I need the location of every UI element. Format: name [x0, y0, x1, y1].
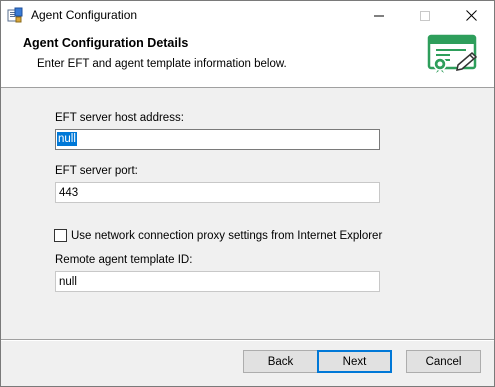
page-title: Agent Configuration Details: [23, 36, 189, 50]
installer-app-icon: [7, 7, 23, 23]
host-address-label: EFT server host address:: [55, 112, 184, 124]
window-title: Agent Configuration: [31, 8, 138, 22]
title-bar: Agent Configuration: [1, 1, 494, 30]
proxy-checkbox-label[interactable]: Use network connection proxy settings fr…: [71, 230, 382, 242]
page-subtitle: Enter EFT and agent template information…: [37, 58, 287, 70]
host-address-selected-value: null: [57, 132, 77, 146]
minimize-button[interactable]: [356, 1, 402, 30]
server-port-label: EFT server port:: [55, 165, 138, 177]
close-icon: [465, 10, 477, 21]
proxy-checkbox-row[interactable]: Use network connection proxy settings fr…: [54, 229, 382, 242]
proxy-checkbox[interactable]: [54, 229, 67, 242]
back-button[interactable]: Back: [243, 350, 318, 373]
maximize-button[interactable]: [402, 1, 448, 30]
cancel-button[interactable]: Cancel: [406, 350, 481, 373]
minimize-icon: [374, 15, 384, 16]
server-port-input[interactable]: [55, 182, 380, 203]
certificate-icon: [427, 34, 478, 73]
template-id-label: Remote agent template ID:: [55, 254, 193, 266]
maximize-icon: [420, 10, 430, 21]
footer-divider-highlight: [1, 340, 494, 341]
close-button[interactable]: [448, 1, 494, 30]
agent-configuration-window: Agent Configuration Agent Configuration …: [0, 0, 495, 387]
wizard-header: Agent Configuration Details Enter EFT an…: [1, 30, 494, 88]
template-id-input[interactable]: [55, 271, 380, 292]
next-button[interactable]: Next: [317, 350, 392, 373]
host-address-input[interactable]: [55, 129, 380, 150]
